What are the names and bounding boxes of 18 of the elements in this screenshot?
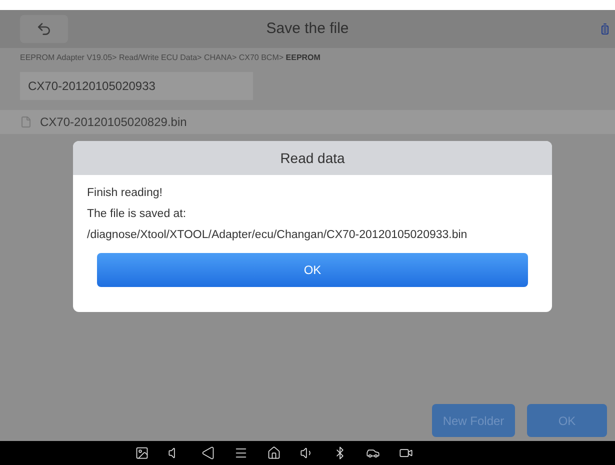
file-icon: [20, 116, 32, 128]
battery-icon: [599, 23, 611, 35]
breadcrumb: EEPROM Adapter V19.05> Read/Write ECU Data> CHANA> CX70 BCM> EEPROM: [20, 52, 320, 64]
image-icon[interactable]: [135, 446, 149, 460]
dialog-title: Read data: [280, 148, 345, 168]
dialog-message: /diagnose/Xtool/XTOOL/Adapter/ecu/Changan/CX70-20120105020933.bin: [87, 228, 468, 243]
video-icon[interactable]: [399, 446, 413, 460]
home-icon[interactable]: [267, 446, 281, 460]
dialog-ok-button[interactable]: OK: [97, 253, 528, 287]
file-name-field[interactable]: CX70-20120105020933: [20, 72, 253, 100]
back-icon[interactable]: [201, 446, 215, 460]
back-button[interactable]: [20, 15, 68, 43]
file-row[interactable]: CX70-20120105020829.bin: [0, 110, 615, 134]
menu-icon[interactable]: [234, 446, 248, 460]
dialog-message: Finish reading!: [87, 186, 164, 201]
undo-icon: [36, 21, 52, 37]
dialog-message: The file is saved at:: [87, 207, 188, 222]
page-title: Save the file: [266, 18, 349, 39]
